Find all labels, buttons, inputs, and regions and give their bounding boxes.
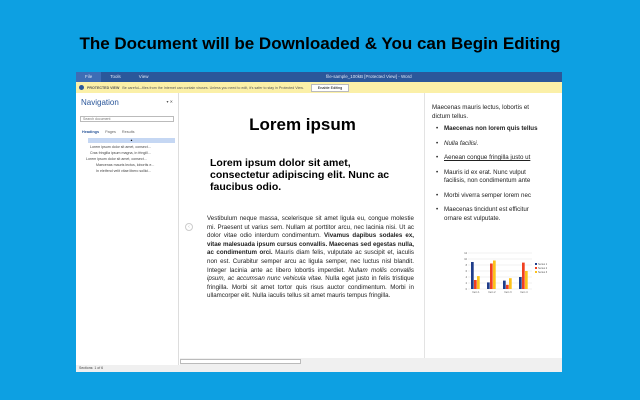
- bullet-text: Morbi viverra semper lorem nec: [444, 191, 531, 199]
- intro-line: dictum tellus.: [432, 112, 469, 120]
- tab-headings[interactable]: Headings: [82, 130, 99, 134]
- heading-item[interactable]: Maecenas mauris lectus, lobortis e...: [96, 163, 178, 167]
- x-tick-label: Item 3: [505, 291, 513, 294]
- doc-body: Vestibulum neque massa, scelerisque sit …: [207, 215, 414, 301]
- bullet-item: Aenean congue fringilla justo ut: [436, 154, 562, 163]
- menu-view[interactable]: View: [130, 72, 158, 82]
- tab-pages[interactable]: Pages: [105, 130, 116, 134]
- window-title: file-sample_100kB [Protected View] - Wor…: [326, 74, 412, 79]
- legend-label: Series 1: [538, 263, 548, 266]
- heading-item[interactable]: Lorem ipsum dolor sit amet, consect...: [90, 145, 178, 149]
- document-page-1: ‹ Lorem ipsum Lorem ipsum dolor sit amet…: [180, 93, 425, 358]
- arrow-left-icon[interactable]: ‹: [185, 223, 193, 231]
- heading-item[interactable]: In eleifend velit vitae libero sollici..…: [96, 169, 178, 173]
- x-tick-label: Item 2: [489, 291, 497, 294]
- protected-message: Be careful—files from the Internet can c…: [122, 85, 304, 90]
- bullet-item: Maecenas non lorem quis tellus: [436, 125, 562, 134]
- bullet-text: Nulla facilisi.: [444, 139, 479, 147]
- menu-file[interactable]: File: [76, 72, 102, 82]
- x-tick-label: Item 4: [521, 291, 529, 294]
- bullet-text: ornare est vulputate.: [444, 214, 501, 222]
- close-icon[interactable]: ▾ ✕: [167, 99, 173, 104]
- bar-chart: 0 2 4 6 8 10 12 Item 1 Item 2 Item 3 Item 4 Series …: [464, 252, 548, 294]
- title-bar: File Tools View file-sample_100kB [Prote…: [76, 72, 562, 82]
- document-page-2: Maecenas mauris lectus, lobortis et dictu…: [428, 93, 562, 358]
- status-bar: Sections: 1 of 6: [76, 365, 562, 372]
- intro-line: Maecenas mauris lectus, lobortis et: [432, 104, 529, 111]
- y-tick-label: 6: [466, 270, 468, 273]
- x-tick-label: Item 1: [473, 291, 481, 294]
- y-tick-label: 12: [464, 252, 467, 255]
- heading-item[interactable]: Cras fringilla ipsum magna, in fringill.…: [90, 151, 178, 155]
- bar: [503, 280, 506, 289]
- bar: [519, 277, 522, 289]
- bullet-text: Aenean congue fringilla justo ut: [444, 154, 531, 161]
- bar: [490, 263, 493, 289]
- y-tick-label: 4: [466, 276, 468, 279]
- horizontal-scrollbar[interactable]: [180, 358, 562, 365]
- bullet-text: Maecenas non lorem quis tellus: [444, 125, 538, 132]
- legend-swatch: [535, 267, 537, 269]
- heading-item[interactable]: Lorem ipsum dolor sit amet, consect...: [86, 157, 178, 161]
- protected-label: PROTECTED VIEW: [87, 85, 120, 90]
- word-window: File Tools View file-sample_100kB [Prote…: [76, 72, 562, 372]
- page2-intro: Maecenas mauris lectus, lobortis et dictu…: [428, 93, 562, 121]
- legend-label: Series 2: [538, 267, 548, 270]
- doc-subtitle: Lorem ipsum dolor sit amet, consectetur …: [210, 157, 390, 193]
- navigation-pane: Navigation ▾ ✕ Headings Pages Results ▲ …: [76, 93, 179, 365]
- bar: [474, 280, 477, 289]
- bar: [493, 260, 496, 289]
- scroll-thumb[interactable]: [180, 359, 301, 364]
- protected-view-bar: PROTECTED VIEW Be careful—files from the…: [76, 82, 562, 93]
- bar: [477, 276, 480, 289]
- menu-tools[interactable]: Tools: [101, 72, 130, 82]
- bar: [509, 278, 512, 289]
- selected-heading[interactable]: ▲: [88, 138, 175, 143]
- doc-title: Lorem ipsum: [249, 115, 356, 134]
- legend-label: Series 3: [538, 271, 548, 274]
- bullet-item: Maecenas tincidunt est efficiturornare e…: [436, 206, 562, 223]
- y-tick-label: 0: [466, 288, 468, 291]
- search-input[interactable]: [80, 116, 174, 122]
- bullet-list: Maecenas non lorem quis tellus Nulla faci…: [428, 125, 562, 223]
- bullet-item: Nulla facilisi.: [436, 140, 562, 149]
- shield-icon: [79, 85, 84, 90]
- legend-swatch: [535, 263, 537, 265]
- nav-title: Navigation: [81, 98, 119, 107]
- bar: [522, 262, 525, 289]
- y-tick-label: 10: [464, 258, 467, 261]
- legend-swatch: [535, 271, 537, 273]
- bar: [506, 284, 509, 289]
- bullet-item: Mauris id ex erat. Nunc vulputfacilisis,…: [436, 169, 562, 186]
- tab-results[interactable]: Results: [122, 130, 135, 134]
- bullet-text: Maecenas tincidunt est efficitur: [444, 206, 529, 213]
- bar: [471, 262, 474, 289]
- bullet-text: Mauris id ex erat. Nunc vulput: [444, 168, 526, 176]
- bullet-item: Morbi viverra semper lorem nec: [436, 192, 562, 201]
- enable-editing-button[interactable]: Enable Editing: [310, 83, 350, 92]
- bar: [525, 271, 528, 289]
- bullet-text: facilisis, non condimentum ante: [444, 177, 531, 184]
- headline: The Document will be Downloaded & You ca…: [79, 34, 561, 53]
- bar: [487, 282, 490, 289]
- y-tick-label: 8: [466, 264, 468, 267]
- y-tick-label: 2: [466, 282, 468, 285]
